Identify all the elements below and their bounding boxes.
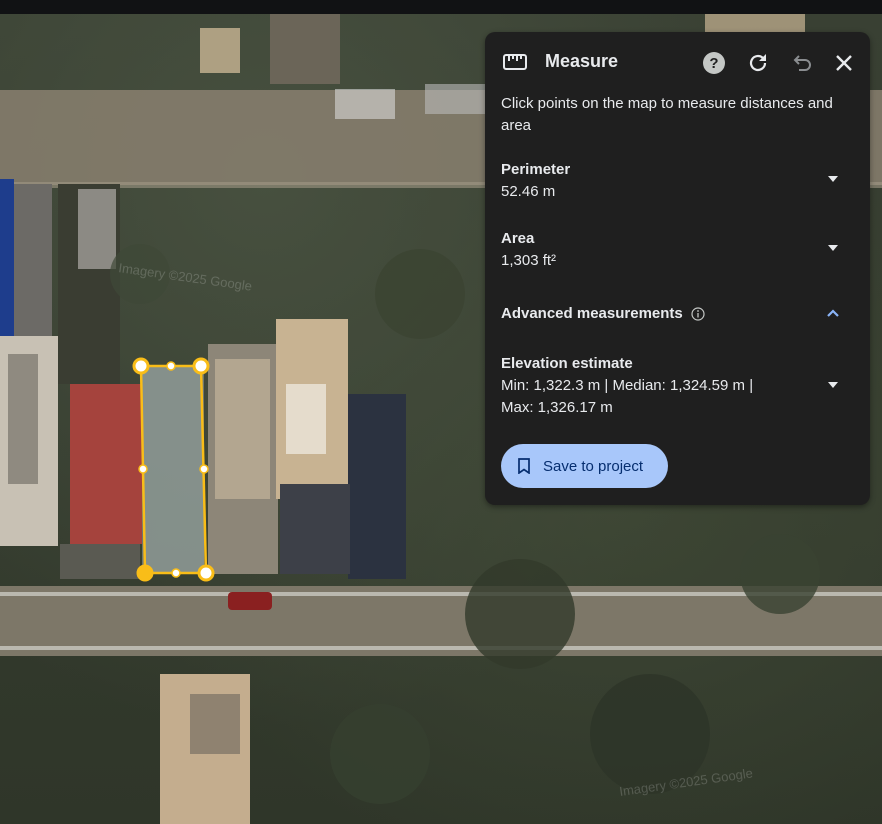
advanced-label: Advanced measurements [501, 305, 683, 322]
panel-title: Measure [545, 51, 619, 71]
measure-panel: Measure ? Click points on the map to mea… [485, 32, 870, 505]
area-section: Area 1,303 ft² [501, 228, 851, 272]
top-bar [0, 0, 882, 14]
undo-icon[interactable] [788, 50, 814, 76]
perimeter-value: 52.46 m [501, 183, 556, 200]
elevation-section: Elevation estimate Min: 1,322.3 m | Medi… [501, 353, 851, 419]
measure-midpoint [199, 464, 209, 474]
close-icon[interactable] [831, 50, 857, 76]
measure-vertex [192, 357, 210, 375]
info-icon[interactable] [691, 307, 705, 321]
refresh-icon[interactable] [745, 50, 771, 76]
chevron-down-icon[interactable] [824, 239, 842, 257]
ruler-icon [503, 52, 527, 72]
chevron-up-icon[interactable] [824, 305, 842, 323]
measure-vertex [197, 564, 215, 582]
measure-vertex [132, 357, 150, 375]
area-value: 1,303 ft² [501, 252, 557, 269]
measure-midpoint [171, 568, 181, 578]
measure-vertex [136, 564, 154, 582]
advanced-section[interactable]: Advanced measurements [501, 303, 851, 325]
area-label: Area [501, 230, 535, 247]
chevron-down-icon[interactable] [824, 376, 842, 394]
bookmark-icon [517, 458, 531, 475]
elevation-line-1: Min: 1,322.3 m | Median: 1,324.59 m | [501, 377, 754, 394]
measure-midpoint [166, 361, 176, 371]
chevron-down-icon[interactable] [824, 170, 842, 188]
help-icon[interactable]: ? [701, 50, 727, 76]
perimeter-section: Perimeter 52.46 m [501, 159, 851, 203]
svg-text:?: ? [709, 55, 718, 72]
save-to-project-button[interactable]: Save to project [501, 444, 668, 488]
perimeter-label: Perimeter [501, 161, 571, 178]
measure-polygon [139, 364, 208, 575]
save-button-label: Save to project [543, 457, 644, 475]
elevation-label: Elevation estimate [501, 355, 633, 372]
panel-header: Measure ? [485, 32, 870, 92]
panel-description: Click points on the map to measure dista… [501, 95, 833, 134]
measure-midpoint [138, 464, 148, 474]
elevation-line-2: Max: 1,326.17 m [501, 399, 613, 416]
